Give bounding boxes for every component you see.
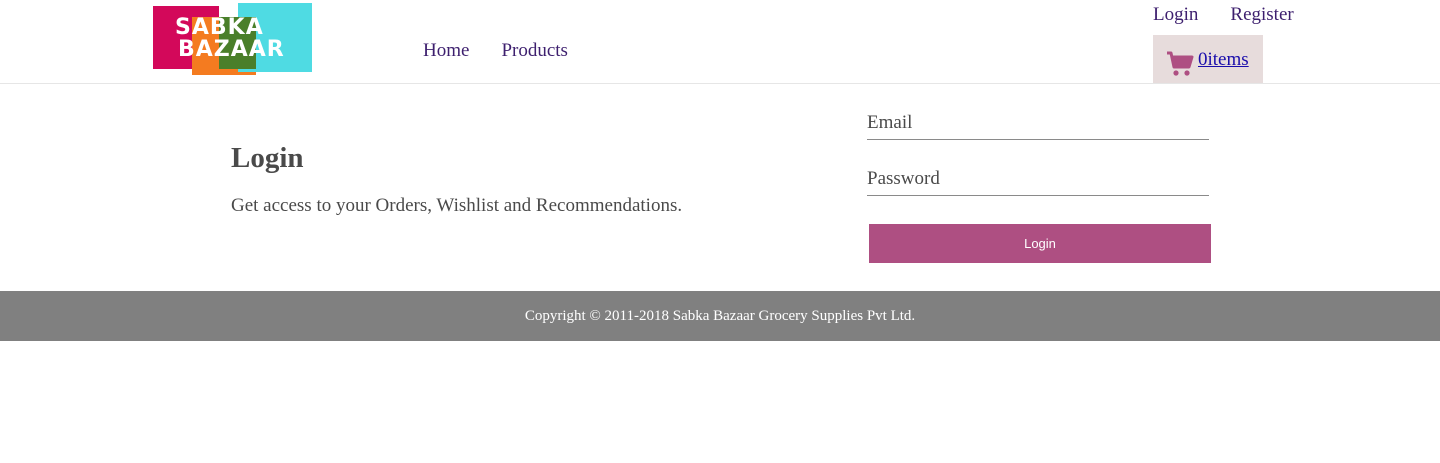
page-title: Login xyxy=(231,142,304,174)
logo-line-1: SABKA xyxy=(175,15,264,40)
email-field-wrapper xyxy=(867,106,1209,140)
logo-line-2: BAZAAR xyxy=(178,37,285,62)
logo-text: SABKA BAZAAR xyxy=(175,17,285,61)
header-login-link[interactable]: Login xyxy=(1153,4,1198,26)
email-field[interactable] xyxy=(867,106,1209,139)
login-submit-button[interactable]: Login xyxy=(869,224,1211,263)
password-field[interactable] xyxy=(867,162,1209,195)
main-nav: Home Products xyxy=(423,40,568,62)
cart-item-count[interactable]: 0items xyxy=(1198,49,1249,71)
nav-home-link[interactable]: Home xyxy=(423,40,469,62)
header-register-link[interactable]: Register xyxy=(1230,4,1293,26)
footer-copyright: Copyright © 2011-2018 Sabka Bazaar Groce… xyxy=(524,307,916,324)
cart-button[interactable]: 0items xyxy=(1153,35,1263,83)
login-description: Get access to your Orders, Wishlist and … xyxy=(231,195,683,216)
sabka-bazaar-logo[interactable]: SABKA BAZAAR xyxy=(153,3,312,75)
site-footer: Copyright © 2011-2018 Sabka Bazaar Groce… xyxy=(0,291,1440,341)
site-header: SABKA BAZAAR Home Products Login Registe… xyxy=(0,0,1440,84)
auth-links: Login Register xyxy=(1153,4,1294,26)
password-field-wrapper xyxy=(867,162,1209,196)
cart-icon xyxy=(1167,51,1194,76)
nav-products-link[interactable]: Products xyxy=(501,40,568,62)
